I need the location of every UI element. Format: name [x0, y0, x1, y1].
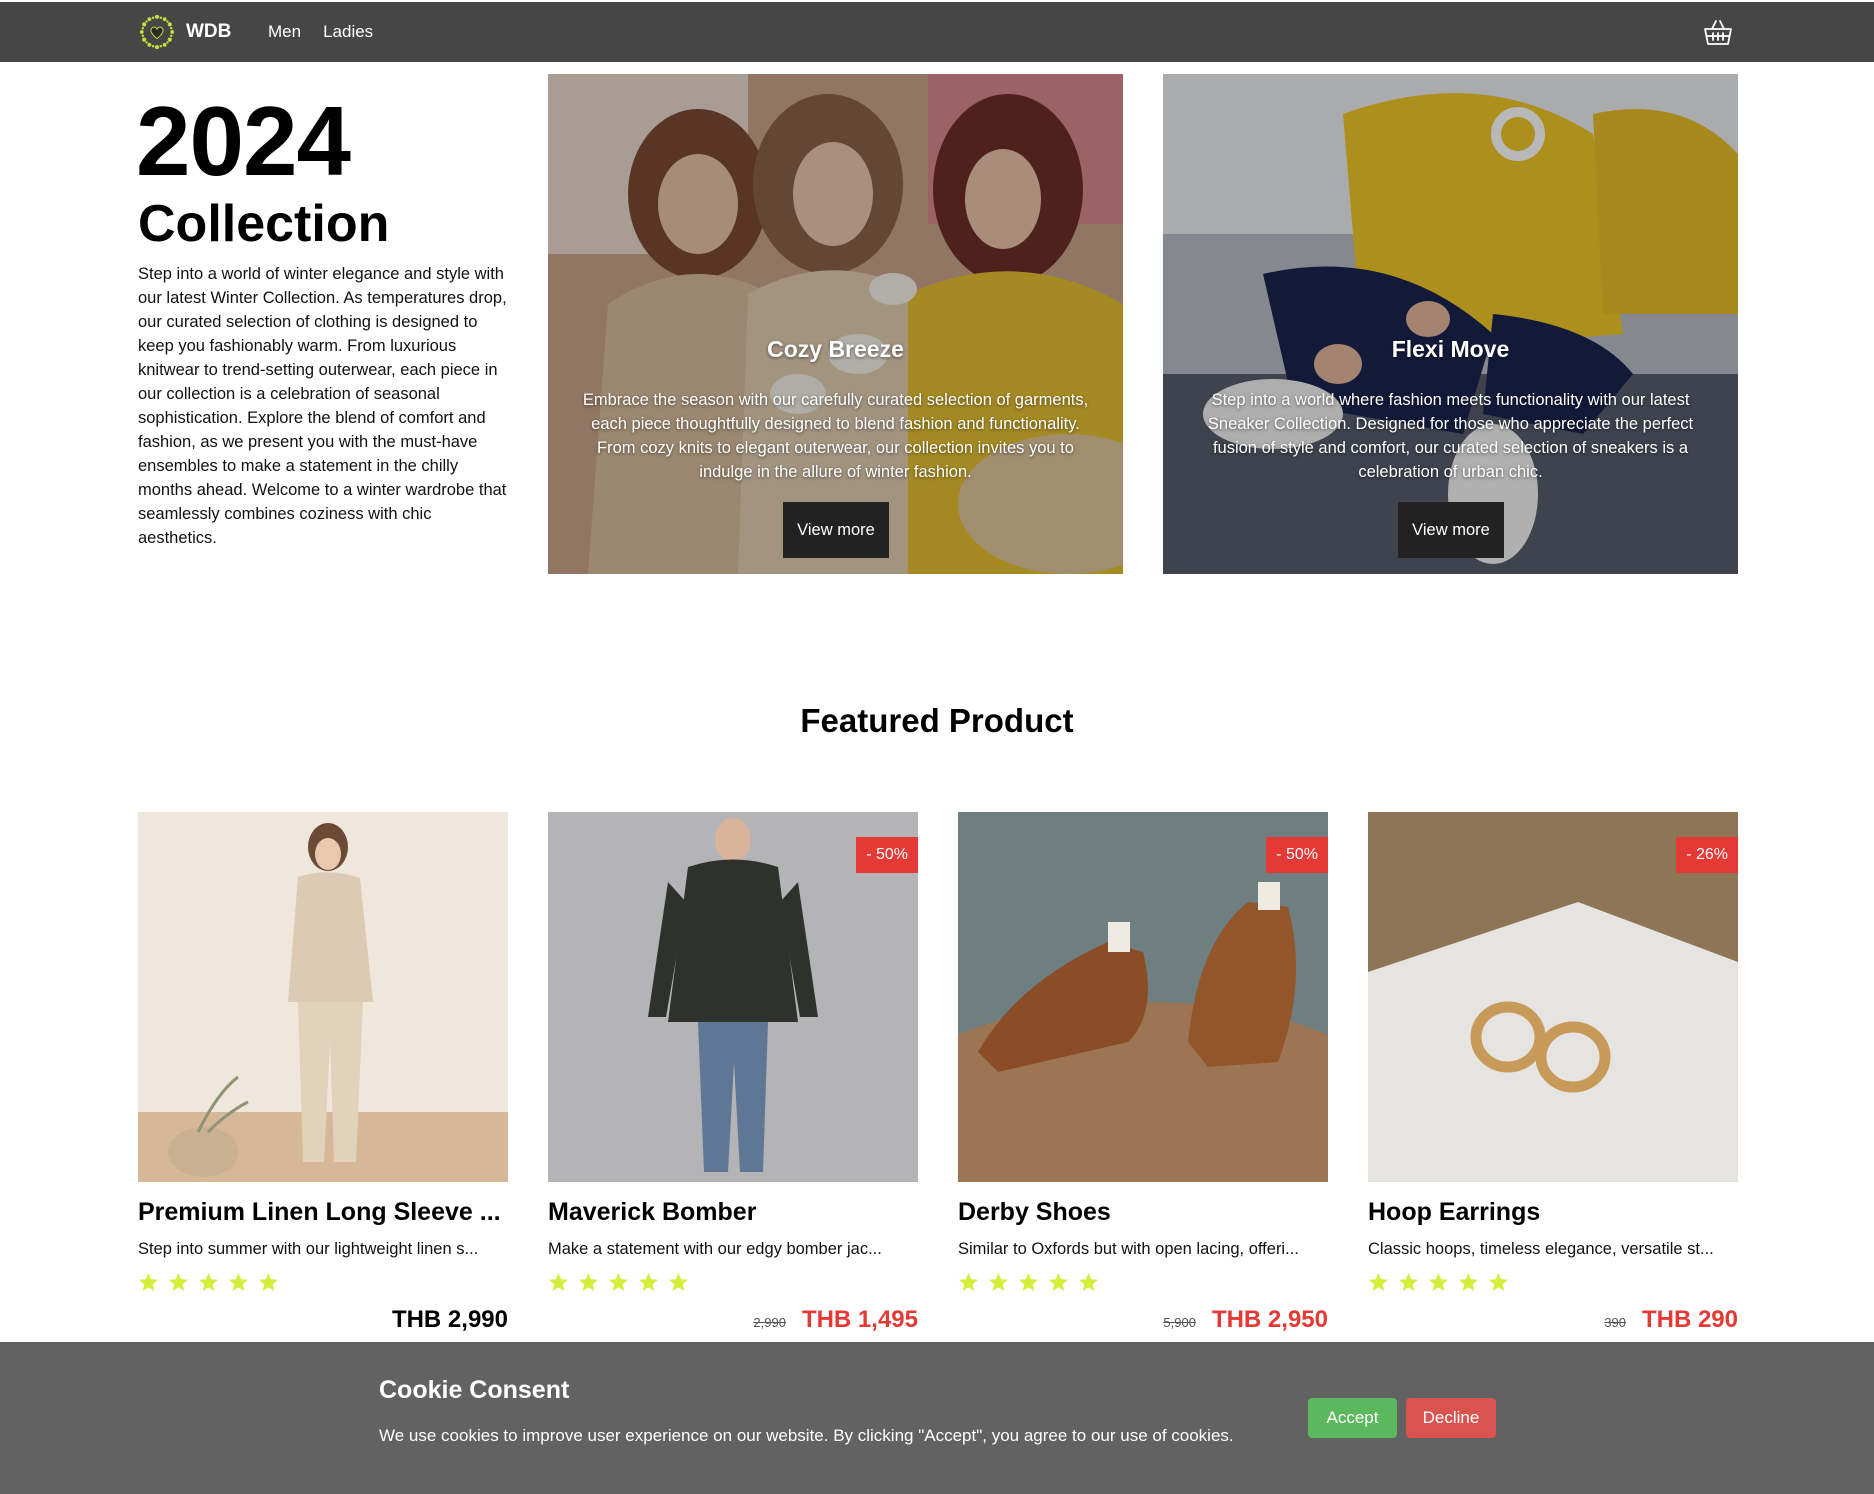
sun-wreath-logo-icon [139, 14, 175, 50]
product-card[interactable]: - 26% Hoop Earrings Classic hoops, timel… [1368, 812, 1738, 1342]
product-image-bomber[interactable]: - 50% [548, 812, 918, 1182]
star-rating [548, 1272, 689, 1293]
cookie-banner: Cookie Consent We use cookies to improve… [0, 1342, 1874, 1494]
promo-overlay [1163, 74, 1738, 574]
original-price: 2,990 [753, 1315, 786, 1330]
nav-links: Men Ladies [268, 22, 373, 42]
star-icon [1399, 1273, 1418, 1291]
discount-badge: - 50% [1266, 837, 1328, 873]
star-icon [169, 1273, 188, 1291]
star-icon [199, 1273, 218, 1291]
featured-title: Featured Product [800, 702, 1074, 739]
promo-title: Flexi Move [1391, 336, 1510, 362]
product-card[interactable]: - 50% Maverick Bomber Make a statement w… [548, 812, 918, 1342]
discount-badge: - 50% [856, 837, 918, 873]
star-rating [958, 1272, 1099, 1293]
nav-link-men[interactable]: Men [268, 22, 301, 42]
star-icon [669, 1273, 688, 1291]
sale-price: THB 1,495 [801, 1306, 918, 1333]
brand-name: WDB [186, 21, 232, 42]
promo-card-cozy-breeze: Cozy Breeze Embrace the season with our … [548, 74, 1123, 574]
sale-price: THB 290 [1641, 1306, 1738, 1333]
product-image-derby-shoes[interactable]: - 50% [958, 812, 1328, 1182]
star-icon [609, 1273, 628, 1291]
price-block: 390 THB 290 [1604, 1306, 1738, 1334]
original-price: 390 [1604, 1315, 1626, 1330]
product-name[interactable]: Hoop Earrings [1368, 1198, 1738, 1227]
shopping-basket-icon[interactable] [1702, 17, 1734, 49]
star-icon [1049, 1273, 1068, 1291]
product-description: Make a statement with our edgy bomber ja… [548, 1240, 882, 1258]
product-description: Classic hoops, timeless elegance, versat… [1368, 1240, 1714, 1258]
star-icon [579, 1273, 598, 1291]
star-rating [1368, 1272, 1509, 1293]
promo-overlay [548, 74, 1123, 574]
price-block: THB 2,990 [392, 1306, 508, 1334]
product-description: Similar to Oxfords but with open lacing,… [958, 1240, 1299, 1258]
product-name[interactable]: Derby Shoes [958, 1198, 1328, 1227]
decline-button[interactable]: Decline [1406, 1398, 1496, 1438]
cookie-text: We use cookies to improve user experienc… [379, 1426, 1234, 1445]
product-image-hoop-earrings[interactable]: - 26% [1368, 812, 1738, 1182]
product-name[interactable]: Premium Linen Long Sleeve ... [138, 1198, 508, 1227]
product-photo [138, 812, 508, 1182]
star-icon [639, 1273, 658, 1291]
sale-price: THB 2,950 [1211, 1306, 1328, 1333]
price: THB 2,990 [391, 1306, 508, 1333]
star-icon [1429, 1273, 1448, 1291]
view-more-button[interactable]: View more [783, 502, 889, 558]
star-icon [1459, 1273, 1478, 1291]
accept-button[interactable]: Accept [1308, 1398, 1397, 1438]
star-icon [259, 1273, 278, 1291]
nav-link-ladies[interactable]: Ladies [323, 22, 373, 42]
brand-link[interactable]: WDB [138, 12, 231, 52]
star-icon [1489, 1273, 1508, 1291]
star-rating [138, 1272, 279, 1293]
product-image-linen-set[interactable] [138, 812, 508, 1182]
product-description: Step into summer with our lightweight li… [138, 1240, 479, 1258]
product-card[interactable]: - 50% Derby Shoes Similar to Oxfords but… [958, 812, 1328, 1342]
product-name[interactable]: Maverick Bomber [548, 1198, 918, 1227]
price-block: 2,990 THB 1,495 [753, 1306, 918, 1334]
star-icon [549, 1273, 568, 1291]
price-block: 5,900 THB 2,950 [1163, 1306, 1328, 1334]
star-icon [229, 1273, 248, 1291]
product-card[interactable]: Premium Linen Long Sleeve ... Step into … [138, 812, 508, 1342]
navbar: WDB Men Ladies [0, 2, 1874, 62]
promo-card-flexi-move: Flexi Move Step into a world where fashi… [1163, 74, 1738, 574]
star-icon [1019, 1273, 1038, 1291]
promo-title: Cozy Breeze [767, 336, 904, 362]
star-icon [989, 1273, 1008, 1291]
hero-year: 2024 [136, 86, 351, 196]
promo-description: Embrace the season with our carefully cu… [582, 391, 1089, 481]
hero-description: Step into a world of winter elegance and… [138, 265, 507, 547]
original-price: 5,900 [1163, 1315, 1196, 1330]
hero-subtitle: Collection [138, 195, 390, 253]
promo-description: Step into a world where fashion meets fu… [1207, 391, 1694, 481]
star-icon [1079, 1273, 1098, 1291]
view-more-button[interactable]: View more [1398, 502, 1504, 558]
star-icon [959, 1273, 978, 1291]
star-icon [1369, 1273, 1388, 1291]
cookie-title: Cookie Consent [379, 1376, 570, 1404]
discount-badge: - 26% [1676, 837, 1738, 873]
star-icon [139, 1273, 158, 1291]
